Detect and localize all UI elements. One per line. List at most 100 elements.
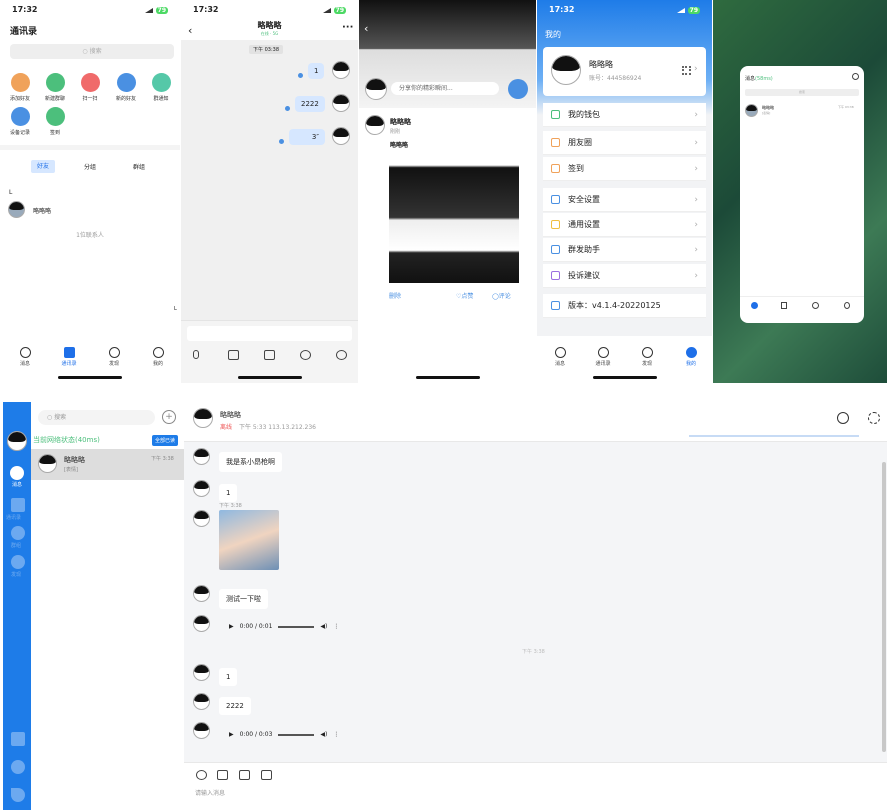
quick-action[interactable]: 添加好友 bbox=[4, 73, 36, 102]
like-button[interactable]: ♡点赞 bbox=[456, 291, 473, 300]
quick-action[interactable]: 群通知 bbox=[145, 73, 177, 102]
delete-link[interactable]: 删除 bbox=[389, 291, 401, 300]
plus-icon[interactable] bbox=[336, 350, 347, 360]
quick-action[interactable]: 扫一扫 bbox=[74, 73, 106, 102]
emoji-icon[interactable] bbox=[300, 350, 311, 360]
tab-contacts[interactable]: 通讯录 bbox=[58, 347, 80, 367]
message-bubble[interactable]: 测试一下啦 bbox=[219, 589, 268, 609]
quick-action[interactable]: 签到 bbox=[39, 107, 71, 136]
avatar[interactable] bbox=[193, 448, 210, 465]
post-author[interactable]: 略略略 bbox=[390, 117, 411, 127]
segment-groups[interactable]: 分组 bbox=[84, 162, 96, 171]
more-icon[interactable]: ⋮ bbox=[333, 623, 339, 630]
settings-item[interactable]: 版本：v4.1.4-20220125 bbox=[543, 294, 706, 318]
share-input[interactable]: 分享你的精彩瞬间... bbox=[391, 82, 499, 95]
group-icon[interactable] bbox=[11, 526, 25, 540]
quick-action[interactable]: 设备记录 bbox=[4, 107, 36, 136]
play-icon[interactable]: ▶ bbox=[229, 731, 234, 738]
tab-messages[interactable]: 消息 bbox=[549, 347, 571, 367]
avatar[interactable] bbox=[365, 78, 387, 100]
avatar[interactable] bbox=[193, 408, 213, 428]
settings-item[interactable]: 安全设置 › bbox=[543, 188, 706, 212]
folder-icon[interactable] bbox=[261, 770, 272, 780]
avatar[interactable] bbox=[365, 115, 385, 135]
alphabet-index[interactable]: L bbox=[174, 306, 177, 312]
avatar[interactable] bbox=[193, 585, 210, 602]
profile-card[interactable]: 略略略 账号：444586924 › bbox=[543, 47, 706, 96]
tab-discover[interactable]: 发现 bbox=[636, 347, 658, 367]
avatar[interactable] bbox=[193, 510, 210, 527]
segment-friends[interactable]: 好友 bbox=[31, 160, 55, 173]
mic-icon[interactable] bbox=[193, 350, 199, 359]
add-icon[interactable]: + bbox=[162, 410, 176, 424]
shield-icon[interactable] bbox=[11, 760, 25, 774]
settings-item[interactable]: 朋友圈 › bbox=[543, 131, 706, 155]
send-icon[interactable] bbox=[11, 788, 25, 802]
tab-me[interactable]: 我的 bbox=[147, 347, 169, 367]
image-message[interactable] bbox=[219, 510, 279, 570]
image-icon[interactable] bbox=[217, 770, 228, 780]
calendar-icon[interactable] bbox=[11, 732, 25, 746]
settings-item[interactable]: 通用设置 › bbox=[543, 213, 706, 237]
camera-icon[interactable] bbox=[264, 350, 275, 360]
avatar[interactable] bbox=[7, 431, 27, 451]
more-icon[interactable]: ⋮ bbox=[333, 731, 339, 738]
quick-action[interactable]: 新的好友 bbox=[110, 73, 142, 102]
settings-icon[interactable] bbox=[868, 412, 880, 424]
tab-discover[interactable]: 发现 bbox=[103, 347, 125, 367]
search-input[interactable]: ○ 搜索 bbox=[38, 410, 155, 425]
tab-messages[interactable]: 消息 bbox=[14, 347, 36, 367]
compass-icon[interactable] bbox=[11, 555, 25, 569]
contacts-icon[interactable] bbox=[11, 498, 25, 512]
audio-player[interactable]: ▶ 0:00 / 0:03 ◀) ⋮ bbox=[229, 731, 339, 738]
audio-progress[interactable] bbox=[278, 733, 315, 736]
message-bubble[interactable]: 1 bbox=[219, 668, 238, 686]
emoji-icon[interactable] bbox=[196, 770, 207, 780]
message-input[interactable] bbox=[187, 326, 352, 341]
volume-icon[interactable]: ◀) bbox=[320, 623, 327, 630]
app-card[interactable]: 消息(58ms) 搜索 略略略 [表情] 下午 03:38 bbox=[740, 66, 864, 323]
camera-icon[interactable] bbox=[508, 79, 528, 99]
avatar[interactable] bbox=[193, 693, 210, 710]
avatar[interactable] bbox=[193, 722, 210, 739]
avatar[interactable] bbox=[332, 94, 350, 112]
play-icon[interactable]: ▶ bbox=[229, 623, 234, 630]
avatar[interactable] bbox=[332, 61, 350, 79]
avatar[interactable] bbox=[193, 615, 210, 632]
video-icon[interactable] bbox=[239, 770, 250, 780]
audio-player[interactable]: ▶ 0:00 / 0:01 ◀) ⋮ bbox=[229, 623, 339, 630]
settings-item[interactable]: 签到 › bbox=[543, 157, 706, 181]
message-bubble[interactable]: 2222 bbox=[295, 96, 325, 112]
audio-progress[interactable] bbox=[278, 625, 315, 628]
settings-item[interactable]: 投诉建议 › bbox=[543, 264, 706, 288]
quick-action[interactable]: 新建群聊 bbox=[39, 73, 71, 102]
avatar[interactable] bbox=[332, 127, 350, 145]
message-bubble[interactable]: 1 bbox=[308, 63, 325, 79]
search-input[interactable]: ○ 搜索 bbox=[10, 44, 174, 59]
avatar[interactable] bbox=[193, 664, 210, 681]
scrollbar[interactable] bbox=[882, 462, 886, 752]
nav-messages[interactable]: 消息 bbox=[7, 466, 27, 488]
history-icon[interactable] bbox=[837, 412, 849, 424]
message-input[interactable]: 请输入消息 bbox=[195, 788, 225, 797]
settings-item[interactable]: 我的钱包 › bbox=[543, 103, 706, 127]
read-all-button[interactable]: 全部已读 bbox=[152, 435, 179, 446]
message-bubble[interactable]: 1 bbox=[219, 484, 238, 502]
post-image[interactable] bbox=[389, 152, 519, 283]
tab-contacts[interactable]: 通讯录 bbox=[592, 347, 614, 367]
message-bubble[interactable]: 2222 bbox=[219, 697, 251, 715]
contact-row[interactable]: 略略略 bbox=[8, 201, 168, 218]
message-bubble[interactable]: 我是系小昂枪啊 bbox=[219, 452, 282, 472]
back-icon[interactable]: ‹ bbox=[364, 22, 368, 35]
avatar[interactable] bbox=[193, 480, 210, 497]
comment-button[interactable]: ◯评论 bbox=[492, 291, 511, 300]
more-icon[interactable]: ··· bbox=[342, 22, 353, 33]
qrcode-icon[interactable] bbox=[682, 66, 691, 75]
voice-bubble[interactable]: 3″ bbox=[289, 129, 325, 145]
conversation-item[interactable]: 略略略 [表情] 下午 3:38 bbox=[31, 449, 184, 480]
settings-item[interactable]: 群发助手 › bbox=[543, 238, 706, 262]
tab-me[interactable]: 我的 bbox=[680, 347, 702, 367]
image-icon[interactable] bbox=[228, 350, 239, 360]
segment-group-chats[interactable]: 群组 bbox=[133, 162, 145, 171]
volume-icon[interactable]: ◀) bbox=[320, 731, 327, 738]
